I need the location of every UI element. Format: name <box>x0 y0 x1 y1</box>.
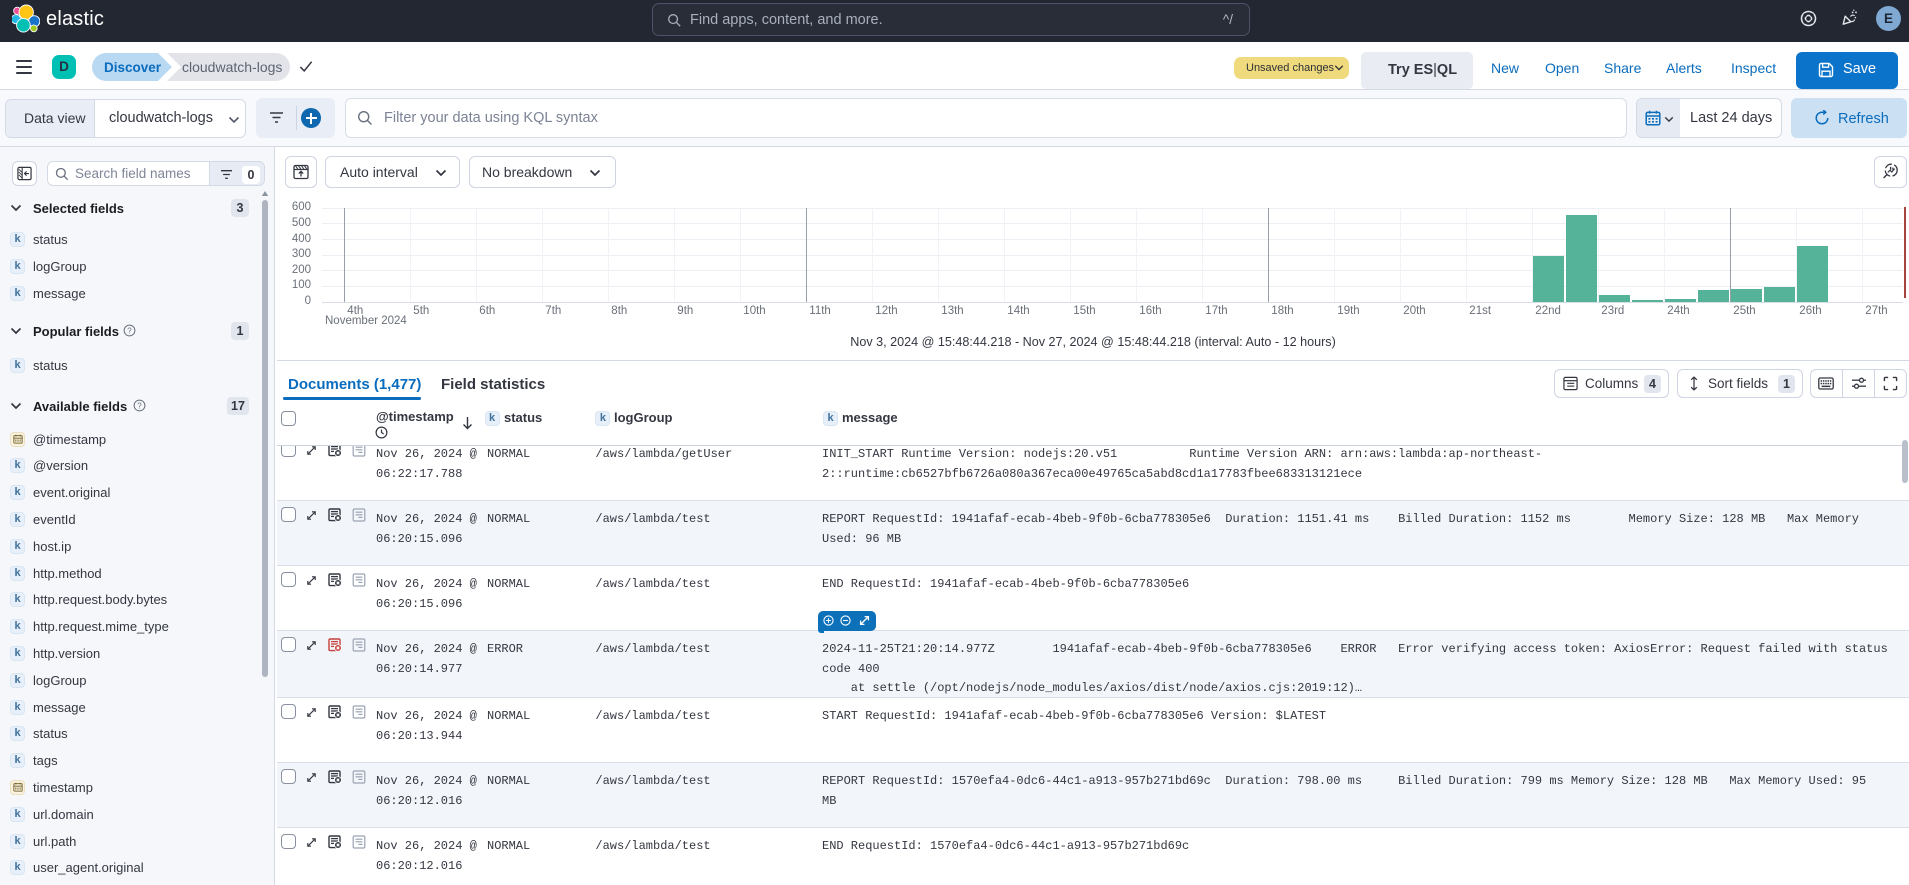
svg-text:?: ? <box>137 401 142 410</box>
svg-text:?: ? <box>127 326 132 335</box>
